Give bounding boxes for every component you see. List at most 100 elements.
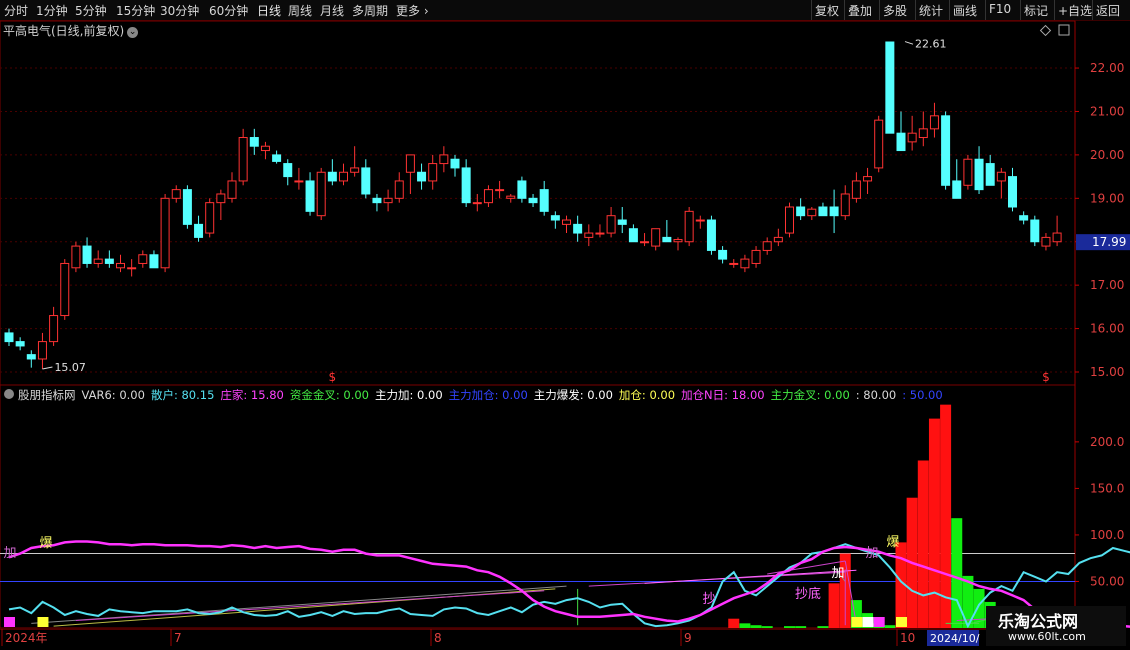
legend-item-11: : 80.00 [855,388,897,402]
candle-body [171,189,181,199]
candle-body [796,206,806,217]
candle-body [227,180,237,199]
x-axis-label: 8 [434,631,442,645]
volume-bar [817,626,829,628]
candle-body [684,210,694,243]
candle-body [751,249,761,264]
legend-item-4: 资金金叉: 0.00 [289,388,369,402]
annotation-add: 加 [865,546,878,561]
candle-body [651,228,661,247]
candle-body [405,154,415,173]
kline-chart[interactable]: 加爆加爆加抄抄底 22.0021.0020.0019.0018.0017.001… [0,0,1130,650]
candle-body [4,332,14,343]
candle-body [327,171,337,182]
candle-body [1041,236,1051,247]
candle-body [116,262,125,269]
candle-body [807,208,817,217]
candle-body [417,171,427,182]
indicator-legend: 股朋指标网 VAR6: 0.00 散户: 80.15 庄家: 15.80 资金金叉: 0… [18,387,949,403]
candle-body [595,232,605,235]
volume-bar [828,583,840,628]
candle-body [640,241,650,244]
candle-body [104,258,114,264]
watermark-line1: 乐淘公式网 [998,612,1079,631]
candle-body [394,180,404,199]
price-tick-label: 20.00 [1090,148,1124,162]
signal-block [851,617,863,627]
candle-body [15,341,25,347]
legend-item-10: 主力金叉: 0.00 [770,388,850,402]
volume-bar [750,625,762,628]
price-tick-label: 22.00 [1090,61,1124,75]
candle-body [93,258,103,264]
volume-bar [739,623,751,628]
candle-body [71,245,81,269]
candle-body [316,171,326,217]
candle-body [339,171,348,182]
diamond-icon[interactable] [1039,24,1052,37]
candle-body [941,115,951,186]
candle-body [428,163,438,182]
volume-bar [795,626,807,628]
candle-body [952,180,962,199]
signal-mark: $ [329,370,337,384]
candle-body [260,145,270,152]
candle-body [383,197,393,204]
candle-body [874,119,884,169]
candle-body [617,219,627,225]
signal-block [896,617,907,627]
candle-body [249,137,259,147]
indicator-settings-icon[interactable] [4,389,14,399]
low-pointer [42,366,53,370]
candle-body [562,219,571,225]
candle-body [985,163,995,186]
candle-body [829,206,839,217]
signal-block [873,617,885,627]
legend-item-7: 主力爆发: 0.00 [533,388,613,402]
candle-body [294,180,304,183]
volume-bar [928,418,940,628]
candle-body [840,193,850,217]
candle-body [1052,232,1062,243]
window-icon[interactable] [1058,24,1070,36]
legend-item-8: 加仓: 0.00 [618,388,676,402]
indicator-tick-label: 50.00 [1090,574,1124,588]
low-price-label: 15.07 [54,361,85,374]
x-axis-label: 7 [174,631,182,645]
x-cursor-label: 2024/10/ [930,632,980,645]
volume-bar [761,626,773,628]
candle-body [896,132,906,152]
volume-bar [884,625,896,628]
candle-body [26,354,36,360]
annotation-bottom: 抄底 [795,586,821,602]
signal-block [4,617,15,627]
candle-body [350,167,360,173]
candle-body [851,180,861,199]
candle-body [60,262,70,317]
price-tick-label: 17.00 [1090,278,1124,292]
candle-body [885,41,895,134]
candle-body [662,236,672,243]
candle-body [495,189,505,192]
candle-body [138,254,148,264]
candle-body [818,206,828,217]
candle-body [272,154,282,162]
candle-body [773,236,783,243]
candle-body [996,171,1006,182]
price-tick-label: 19.00 [1090,191,1124,205]
candle-body [149,254,159,269]
volume-bar [940,404,952,628]
candle-body [216,193,226,204]
legend-item-0: 股朋指标网 [18,388,76,402]
x-axis-label: 9 [684,631,692,645]
candle-body [283,163,293,178]
high-price-label: 22.61 [915,38,947,51]
candle-body [82,245,92,264]
legend-item-1: VAR6: 0.00 [81,388,145,402]
candle-body [584,232,594,238]
candle-body [194,223,204,238]
price-tick-label: 15.00 [1090,365,1124,379]
candle-body [439,154,449,165]
annotation-add: 加 [831,566,844,581]
watermark-logo: 乐淘公式网 www.60lt.com [986,606,1126,646]
